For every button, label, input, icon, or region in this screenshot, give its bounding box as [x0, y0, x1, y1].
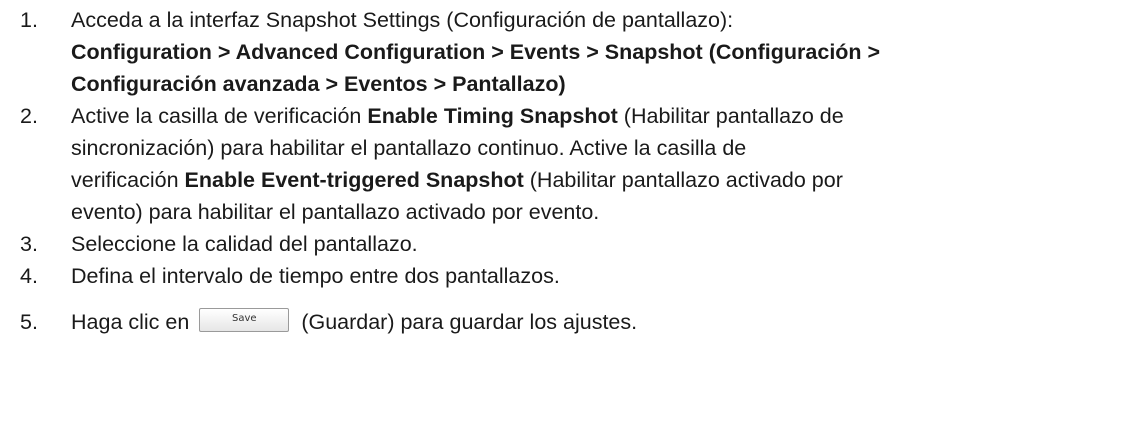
step-text: Seleccione la calidad del pantallazo. [71, 232, 418, 256]
step-5-pre: Haga clic en [71, 310, 190, 334]
step-number: 4. [20, 264, 38, 288]
step-text: Acceda a la interfaz Snapshot Settings (… [71, 4, 1106, 100]
step-2-line-1: Active la casilla de verificación Enable… [71, 100, 1106, 132]
text: verificación [71, 168, 185, 192]
text: Active la casilla de verificación [71, 104, 368, 128]
instruction-document: 1. Acceda a la interfaz Snapshot Setting… [0, 0, 1123, 437]
step-text: Defina el intervalo de tiempo entre dos … [71, 264, 560, 288]
option-name: Enable Event-triggered Snapshot [184, 168, 524, 192]
step-number: 3. [20, 232, 38, 256]
text: (Habilitar pantallazo de [617, 104, 844, 128]
step-number: 1. [20, 8, 38, 32]
step-number: 2. [20, 104, 38, 128]
step-2-line-2: sincronización) para habilitar el pantal… [71, 136, 747, 160]
step-2-line-4: evento) para habilitar el pantallazo act… [71, 200, 600, 224]
option-name: Enable Timing Snapshot [367, 104, 618, 128]
step-number: 5. [20, 310, 38, 334]
step-2-line-3: verificación Enable Event-triggered Snap… [71, 164, 1106, 196]
step-text: Active la casilla de verificación Enable… [71, 100, 1106, 228]
step-5-post: (Guardar) para guardar los ajustes. [301, 310, 638, 334]
menu-path-line-2: Configuración avanzada > Eventos > Panta… [71, 72, 566, 96]
step-text: Haga clic en Save (Guardar) para guardar … [71, 306, 1106, 338]
menu-path-line-1: Configuration > Advanced Configuration >… [71, 40, 881, 64]
text: (Habilitar pantallazo activado por [523, 168, 843, 192]
step-1-intro: Acceda a la interfaz Snapshot Settings (… [71, 8, 734, 32]
save-button[interactable]: Save [199, 308, 290, 333]
